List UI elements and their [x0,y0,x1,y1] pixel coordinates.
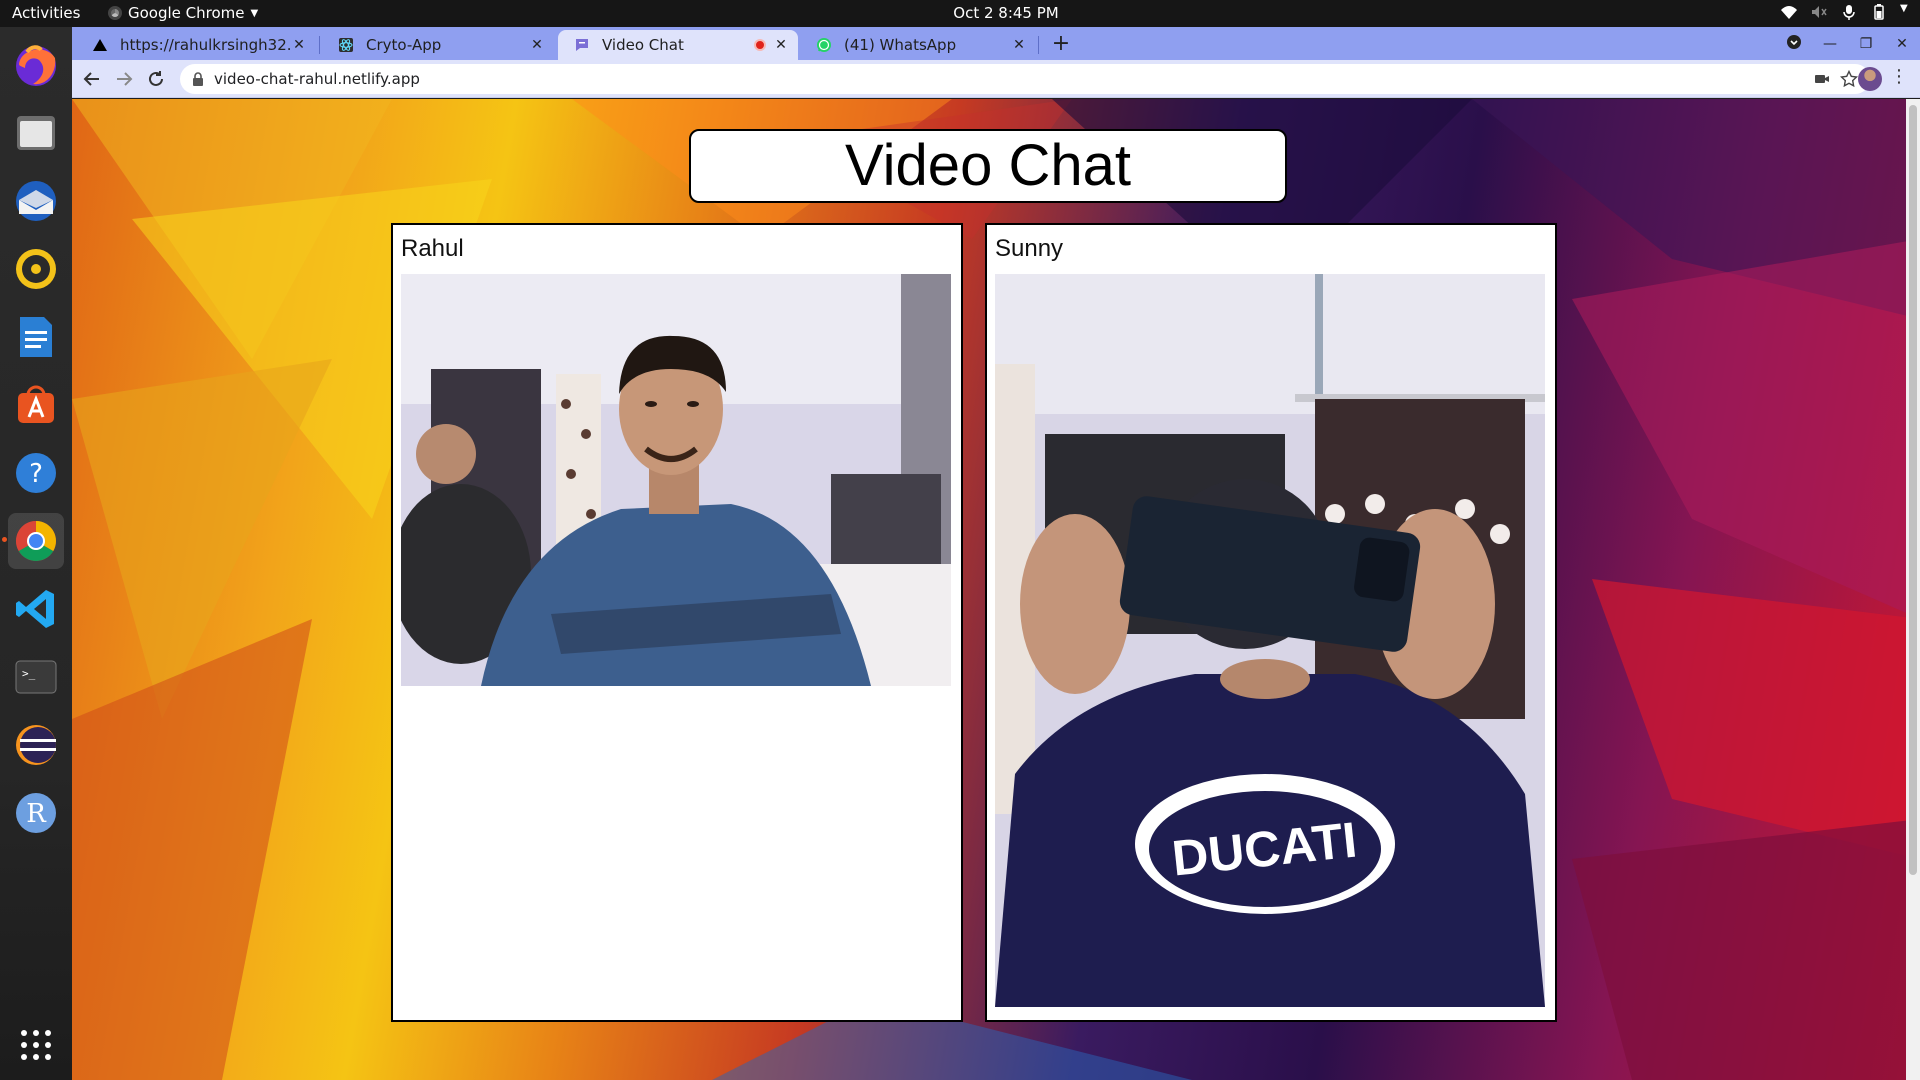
whatsapp-icon [817,38,831,52]
wifi-icon [1780,3,1798,21]
close-window-icon[interactable]: ✕ [1884,36,1920,52]
chrome-icon [16,521,56,561]
tab-title: https://rahulkrsingh32.n [120,36,292,54]
firefox-icon [16,45,56,86]
participant-name: Rahul [401,235,464,262]
tab-cryto-app[interactable]: Cryto-App ✕ [322,30,554,60]
tab-title: Video Chat [602,36,684,54]
webcam-video-image: DUCATI [995,274,1545,1007]
svg-text:>_: >_ [22,667,36,680]
activities-button[interactable]: Activities [12,4,80,22]
address-bar[interactable]: video-chat-rahul.netlify.app [180,64,1870,94]
dock-eclipse[interactable] [8,717,64,773]
tab-strip: https://rahulkrsingh32.n ✕ Cryto-App ✕ V… [72,27,1920,60]
local-video-feed[interactable] [401,274,951,686]
back-button[interactable] [80,67,104,91]
dock-vscode[interactable] [8,581,64,637]
dock-r[interactable]: R [8,785,64,841]
scrollbar-thumb[interactable] [1909,105,1917,875]
reload-icon [149,71,163,86]
terminal-icon: >_ [15,660,57,694]
page-title: Video Chat [689,129,1287,203]
chrome-menu-icon[interactable]: ⋮ [1890,66,1908,87]
vscode-icon [16,590,54,628]
dock-show-applications[interactable] [8,1017,64,1073]
vercel-triangle-icon [93,39,107,51]
tab-title: Cryto-App [366,36,442,54]
reload-button[interactable] [144,67,168,91]
dock-chrome[interactable] [2,513,64,569]
new-tab-button[interactable]: + [1048,32,1074,58]
participant-name: Sunny [995,235,1064,262]
r-icon: R [16,793,56,833]
arrow-right-icon [117,72,133,86]
dock-help[interactable]: ? [8,445,64,501]
tab-search-icon[interactable] [1776,34,1812,54]
restore-icon[interactable]: ❐ [1848,36,1884,52]
app-menu[interactable]: Google Chrome ▼ [108,4,258,22]
thunderbird-icon [16,181,56,221]
svg-text:?: ? [29,459,43,489]
url-text[interactable]: video-chat-rahul.netlify.app [214,70,420,88]
bookmark-star-icon[interactable] [1840,70,1858,88]
page-viewport: Video Chat Rahul Sunny DUCATI [72,99,1920,1080]
tab-whatsapp[interactable]: (41) WhatsApp ✕ [800,30,1036,60]
recording-indicator-icon [754,39,766,51]
chrome-window: https://rahulkrsingh32.n ✕ Cryto-App ✕ V… [72,27,1920,1080]
battery-icon [1870,3,1888,21]
rhythmbox-icon [16,249,56,289]
microphone-icon [1840,3,1858,21]
app-menu-label: Google Chrome [128,4,245,22]
camera-in-use-icon[interactable] [1814,72,1830,86]
tab-rahulkrsingh[interactable]: https://rahulkrsingh32.n ✕ [76,30,316,60]
forward-button[interactable] [112,67,136,91]
dock-rhythmbox[interactable] [8,241,64,297]
lock-icon [193,72,203,86]
running-indicator [2,537,7,542]
tab-separator [319,36,320,54]
dock-files[interactable] [8,105,64,161]
profile-avatar[interactable] [1858,67,1882,91]
tab-close-icon[interactable]: ✕ [528,36,546,54]
webcam-video-image [401,274,951,686]
dock-terminal[interactable]: >_ [8,649,64,705]
gnome-top-bar: Activities Google Chrome ▼ Oct 2 8:45 PM… [0,0,1920,27]
minimize-icon[interactable]: — [1812,36,1848,52]
tab-close-icon[interactable]: ✕ [290,36,308,54]
caret-down-icon: ▼ [250,7,259,19]
page-scrollbar[interactable] [1906,99,1920,1080]
arrow-left-icon [83,72,99,86]
tab-close-icon[interactable]: ✕ [1010,36,1028,54]
eclipse-icon [16,725,56,765]
ubuntu-software-icon [18,385,54,423]
chrome-small-icon [108,6,122,20]
dock-libreoffice-writer[interactable] [8,309,64,365]
clock[interactable]: Oct 2 8:45 PM [946,4,1066,22]
svg-text:R: R [26,799,47,829]
tab-separator [1038,36,1039,54]
tab-title: (41) WhatsApp [844,36,957,54]
dock-firefox[interactable] [8,37,64,93]
chat-bubble-icon [576,39,588,51]
tab-video-chat[interactable]: Video Chat ✕ [558,30,798,60]
files-icon [17,116,55,150]
browser-toolbar: video-chat-rahul.netlify.app ⋮ [72,60,1920,98]
window-controls: — ❐ ✕ [1776,27,1920,60]
react-icon [339,38,353,52]
libreoffice-writer-icon [20,317,52,357]
remote-video-feed[interactable]: DUCATI [995,274,1545,1007]
help-icon: ? [16,453,56,493]
power-menu-caret-icon: ▼ [1900,3,1908,14]
video-card-sunny: Sunny DUCATI [985,223,1557,1022]
dock-thunderbird[interactable] [8,173,64,229]
video-card-rahul: Rahul [391,223,963,1022]
tab-close-icon[interactable]: ✕ [772,36,790,54]
dock-ubuntu-software[interactable] [8,377,64,433]
ubuntu-dock: ? >_ R [0,27,72,1080]
system-tray[interactable]: ▼ [1780,3,1910,21]
show-applications-icon [21,1030,51,1060]
volume-muted-icon [1810,3,1828,21]
